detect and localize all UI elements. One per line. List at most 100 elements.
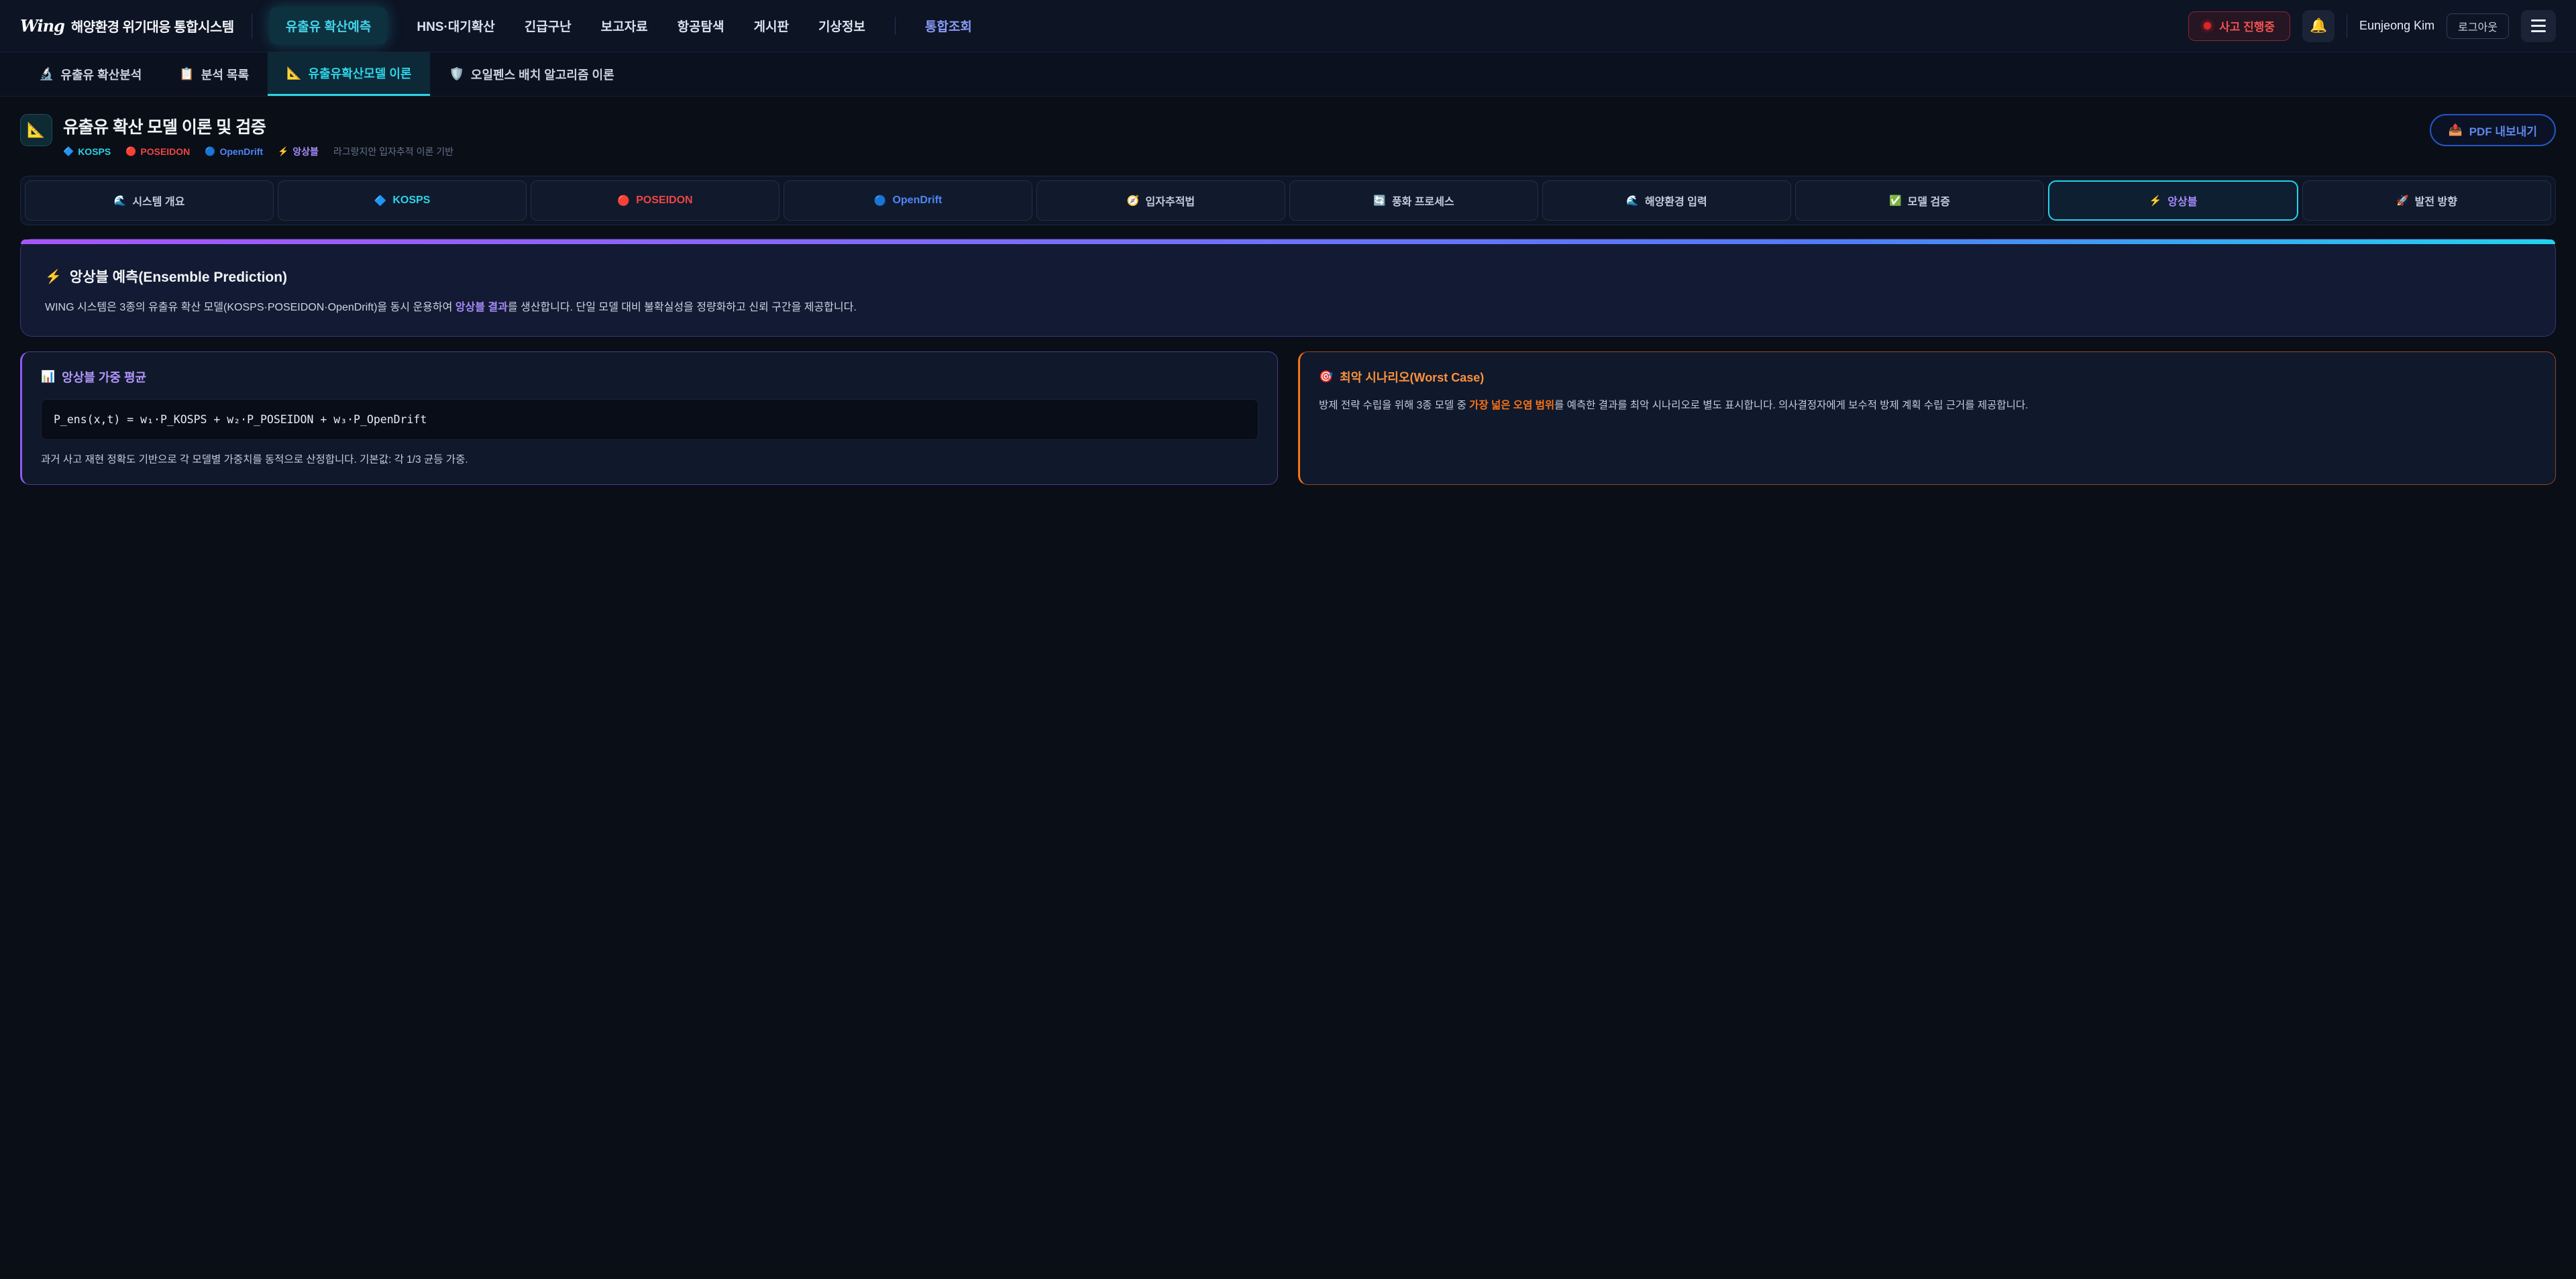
tag-label: KOSPS xyxy=(78,146,111,157)
section-title-text: 앙상블 예측(Ensemble Prediction) xyxy=(70,266,287,286)
menu-item-hns-air-diffusion[interactable]: HNS·대기확산 xyxy=(417,17,494,35)
tag-poseidon: 🔴 POSEIDON xyxy=(125,146,190,157)
pill-particle-tracking[interactable]: 🧭 입자추적법 xyxy=(1036,180,1285,221)
card-title-text: 최악 시나리오(Worst Case) xyxy=(1340,368,1484,386)
triangle-ruler-icon: 📐 xyxy=(286,66,301,80)
check-icon: ✅ xyxy=(1889,194,1902,207)
rocket-icon: 🚀 xyxy=(2396,194,2409,207)
pill-system-overview[interactable]: 🌊 시스템 개요 xyxy=(25,180,274,221)
main-menu: 유출유 확산예측 HNS·대기확산 긴급구난 보고자료 항공탐색 게시판 기상정… xyxy=(270,7,972,44)
section-title: ⚡ 앙상블 예측(Ensemble Prediction) xyxy=(45,266,2531,286)
page-title: 유출유 확산 모델 이론 및 검증 xyxy=(63,114,453,138)
compass-icon: 🧭 xyxy=(1127,194,1140,207)
menu-item-board[interactable]: 게시판 xyxy=(754,17,789,35)
incident-status-badge: 사고 진행중 xyxy=(2188,11,2290,41)
tag-opendrift: 🔵 OpenDrift xyxy=(205,146,263,157)
tab-analysis-list[interactable]: 📋 분석 목록 xyxy=(160,52,268,96)
ensemble-section: ⚡ 앙상블 예측(Ensemble Prediction) WING 시스템은 … xyxy=(20,239,2556,337)
logo-wing-script: Wing xyxy=(20,16,64,36)
user-name: Eunjeong Kim xyxy=(2359,19,2434,33)
pill-model-validation[interactable]: ✅ 모델 검증 xyxy=(1795,180,2044,221)
page-icon-box: 📐 xyxy=(20,114,52,146)
export-icon: 📤 xyxy=(2449,123,2463,137)
pill-kosps[interactable]: 🔷 KOSPS xyxy=(278,180,527,221)
lightning-icon: ⚡ xyxy=(45,268,62,285)
notification-bell-button[interactable]: 🔔 xyxy=(2302,10,2334,42)
top-navbar: Wing 해양환경 위기대응 통합시스템 유출유 확산예측 HNS·대기확산 긴… xyxy=(0,0,2576,52)
ensemble-cards-row: 📊 앙상블 가중 평균 P_ens(x,t) = w₁·P_KOSPS + w₂… xyxy=(20,351,2556,485)
tab-label: 분석 목록 xyxy=(201,66,249,83)
hamburger-menu-button[interactable] xyxy=(2521,10,2556,42)
target-icon: 🎯 xyxy=(1319,370,1333,384)
tab-oil-fence-algorithm-theory[interactable]: 🛡️ 오일펜스 배치 알고리즘 이론 xyxy=(430,52,633,96)
pill-label: 입자추적법 xyxy=(1146,192,1195,209)
model-tags: 🔷 KOSPS 🔴 POSEIDON 🔵 OpenDrift ⚡ 앙상블 라그랑… xyxy=(63,145,453,158)
tag-label: OpenDrift xyxy=(219,146,263,157)
pill-poseidon[interactable]: 🔴 POSEIDON xyxy=(531,180,780,221)
incident-badge-label: 사고 진행중 xyxy=(2219,17,2275,34)
bar-chart-icon: 📊 xyxy=(41,370,55,384)
tab-diffusion-model-theory[interactable]: 📐 유출유확산모델 이론 xyxy=(268,52,430,96)
pill-future-direction[interactable]: 🚀 발전 방향 xyxy=(2302,180,2551,221)
pill-label: POSEIDON xyxy=(636,194,692,207)
menu-item-weather-info[interactable]: 기상정보 xyxy=(818,17,865,35)
tag-kosps: 🔷 KOSPS xyxy=(63,146,111,157)
pdf-export-button[interactable]: 📤 PDF 내보내기 xyxy=(2430,114,2556,146)
page-subtitle: 라그랑지안 입자추적 이론 기반 xyxy=(333,145,453,158)
menu-item-emergency-rescue[interactable]: 긴급구난 xyxy=(525,17,572,35)
logout-button[interactable]: 로그아웃 xyxy=(2447,13,2509,39)
pill-label: 풍화 프로세스 xyxy=(1392,192,1454,209)
logo-title: 해양환경 위기대응 통합시스템 xyxy=(71,16,234,36)
menu-item-integrated-search[interactable]: 통합조회 xyxy=(895,17,972,35)
page-header-left: 📐 유출유 확산 모델 이론 및 검증 🔷 KOSPS 🔴 POSEIDON 🔵… xyxy=(20,114,453,158)
blue-circle-icon: 🔵 xyxy=(205,146,215,157)
card-title-text: 앙상블 가중 평균 xyxy=(62,368,146,386)
desc-text: 를 예측한 결과를 최악 시나리오로 별도 표시합니다. 의사결정자에게 보수적… xyxy=(1554,400,2028,411)
menu-item-aerial-search[interactable]: 항공탐색 xyxy=(678,17,724,35)
worst-case-card: 🎯 최악 시나리오(Worst Case) 방제 전략 수립을 위해 3종 모델… xyxy=(1298,351,2556,485)
triangle-ruler-icon: 📐 xyxy=(27,121,45,139)
pill-label: 해양환경 입력 xyxy=(1645,192,1707,209)
shield-icon: 🛡️ xyxy=(449,67,464,81)
worst-case-description: 방제 전략 수립을 위해 3종 모델 중 가장 넓은 오염 범위를 예측한 결과… xyxy=(1319,398,2536,414)
menu-item-oil-spill-prediction[interactable]: 유출유 확산예측 xyxy=(270,7,388,44)
tab-label: 유출유 확산분석 xyxy=(60,66,142,83)
pill-opendrift[interactable]: 🔵 OpenDrift xyxy=(784,180,1032,221)
desc-text: 방제 전략 수립을 위해 3종 모델 중 xyxy=(1319,400,1469,411)
navbar-right: 사고 진행중 🔔 Eunjeong Kim 로그아웃 xyxy=(2188,10,2556,42)
incident-dot-icon xyxy=(2204,22,2211,30)
lightning-icon: ⚡ xyxy=(2149,194,2162,207)
hamburger-bar xyxy=(2531,25,2546,27)
worst-case-title: 🎯 최악 시나리오(Worst Case) xyxy=(1319,368,2536,386)
pill-weathering-process[interactable]: 🔄 풍화 프로세스 xyxy=(1289,180,1538,221)
red-circle-icon: 🔴 xyxy=(617,194,630,207)
tag-label: POSEIDON xyxy=(140,146,190,157)
diamond-icon: 🔷 xyxy=(374,194,387,207)
weighted-average-title: 📊 앙상블 가중 평균 xyxy=(41,368,1258,386)
blue-circle-icon: 🔵 xyxy=(874,194,887,207)
ensemble-formula: P_ens(x,t) = w₁·P_KOSPS + w₂·P_POSEIDON … xyxy=(41,399,1258,440)
bell-icon: 🔔 xyxy=(2310,18,2327,34)
tab-label: 오일펜스 배치 알고리즘 이론 xyxy=(471,66,614,83)
tab-label: 유출유확산모델 이론 xyxy=(308,64,411,82)
pill-ensemble[interactable]: ⚡ 앙상블 xyxy=(2048,180,2298,221)
weighted-average-description: 과거 사고 재현 정확도 기반으로 각 모델별 가중치를 동적으로 산정합니다.… xyxy=(41,452,1258,468)
app-logo: Wing 해양환경 위기대응 통합시스템 xyxy=(20,16,234,36)
tag-label: 앙상블 xyxy=(292,145,319,158)
desc-highlight: 앙상블 결과 xyxy=(455,302,508,313)
hamburger-bar xyxy=(2531,19,2546,21)
lightning-icon: ⚡ xyxy=(278,146,288,157)
section-pill-nav: 🌊 시스템 개요 🔷 KOSPS 🔴 POSEIDON 🔵 OpenDrift … xyxy=(20,176,2556,225)
tab-oil-spill-analysis[interactable]: 🔬 유출유 확산분석 xyxy=(20,52,160,96)
red-circle-icon: 🔴 xyxy=(125,146,136,157)
menu-item-reports[interactable]: 보고자료 xyxy=(601,17,648,35)
desc-text: 를 생산합니다. 단일 모델 대비 불확실성을 정량화하고 신뢰 구간을 제공합… xyxy=(508,302,857,313)
pill-marine-environment-input[interactable]: 🌊 해양환경 입력 xyxy=(1542,180,1791,221)
pill-label: OpenDrift xyxy=(892,194,942,207)
section-description: WING 시스템은 3종의 유출유 확산 모델(KOSPS·POSEIDON·O… xyxy=(45,300,2531,316)
microscope-icon: 🔬 xyxy=(39,67,54,81)
pill-label: 시스템 개요 xyxy=(132,192,184,209)
tag-ensemble: ⚡ 앙상블 xyxy=(278,145,319,158)
wave-icon: 🌊 xyxy=(114,194,127,207)
sub-tabbar: 🔬 유출유 확산분석 📋 분석 목록 📐 유출유확산모델 이론 🛡️ 오일펜스 … xyxy=(0,52,2576,97)
